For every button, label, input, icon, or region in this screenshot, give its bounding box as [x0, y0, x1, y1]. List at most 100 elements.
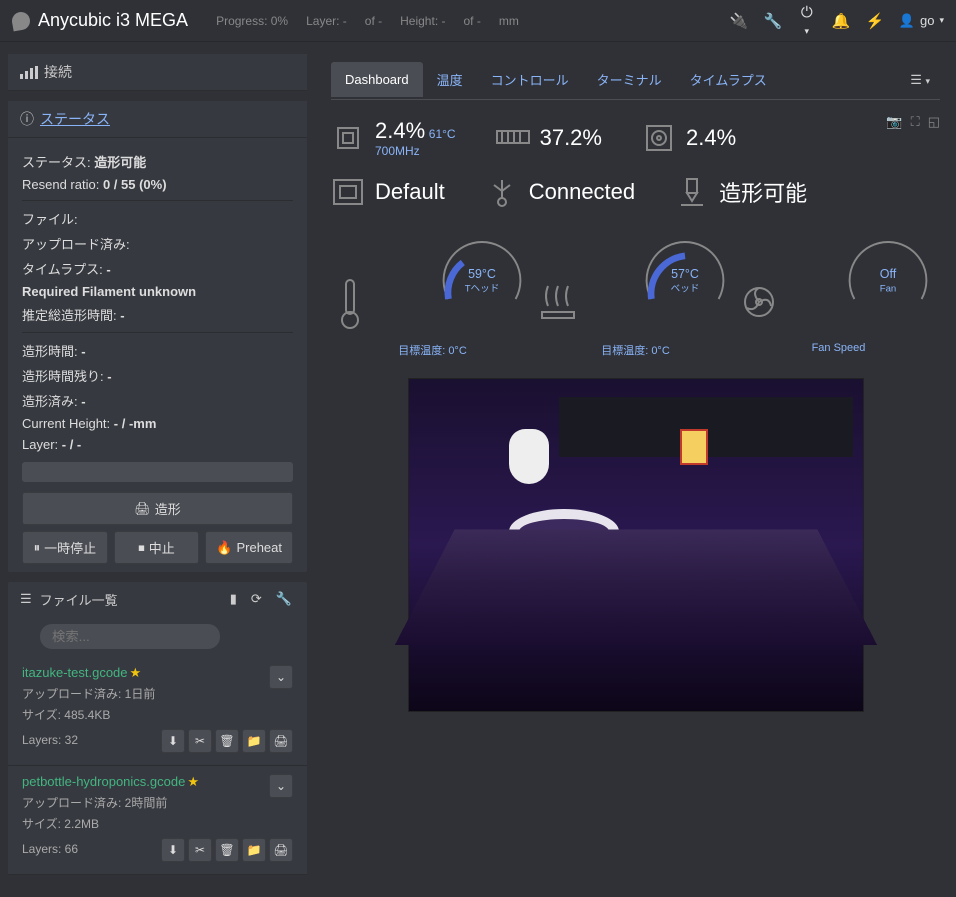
files-title: ファイル一覧 — [40, 590, 118, 609]
conn-state: Connected — [529, 179, 635, 205]
download-icon[interactable]: ⬇ — [161, 729, 185, 753]
cpu-freq: 700MHz — [375, 144, 456, 158]
nav-layer: Layer: - — [306, 14, 347, 28]
state-value: 造形可能 — [94, 155, 146, 170]
state-label: ステータス: — [22, 155, 91, 170]
preheat-button[interactable]: 🔥 Preheat — [205, 531, 293, 564]
download-icon[interactable]: ⬇ — [161, 838, 185, 862]
file-dropdown[interactable]: ⌄ — [269, 665, 293, 689]
printer-icon — [331, 177, 365, 207]
slice-icon[interactable]: ✂ — [188, 838, 212, 862]
svg-text:Off: Off — [880, 267, 897, 281]
tab-dashboard[interactable]: Dashboard — [331, 62, 423, 97]
file-size: サイズ: 2.2MB — [22, 815, 293, 832]
stop-label: 中止 — [149, 538, 175, 557]
status-panel-header: ⓘ ステータス — [8, 101, 307, 138]
expand-icon[interactable]: ◱ — [928, 114, 940, 130]
sidebar: 接続 ⓘ ステータス ステータス: 造形可能 Resend ratio: 0 /… — [0, 42, 315, 897]
mem-pct: 37.2% — [540, 125, 602, 151]
trash-icon[interactable]: 🗑 — [215, 838, 239, 862]
brand[interactable]: Anycubic i3 MEGA — [12, 10, 188, 31]
file-name[interactable]: petbottle-hydroponics.gcode — [22, 774, 185, 789]
tab-terminal[interactable]: ターミナル — [583, 60, 676, 99]
nav-height-unit: mm — [499, 14, 519, 28]
print-icon: 🖨 — [134, 501, 151, 517]
nav-layer-of: of - — [365, 14, 382, 28]
cpu-temp: 61°C — [429, 127, 456, 141]
nav-progress: Progress: 0% — [216, 14, 288, 28]
file-dropdown[interactable]: ⌄ — [269, 774, 293, 798]
signal-icon — [20, 66, 38, 79]
usb-icon — [485, 177, 519, 207]
tab-menu-icon[interactable]: ☰ ▾ — [900, 66, 940, 94]
star-icon[interactable]: ★ — [187, 774, 199, 789]
printed-label: 造形済み: — [22, 394, 78, 409]
search-input[interactable] — [40, 624, 220, 649]
printer-state: 造形可能 — [719, 176, 807, 208]
svg-text:59°C: 59°C — [468, 267, 496, 281]
printleft-value: - — [107, 369, 111, 384]
bolt-icon[interactable]: ⚡ — [865, 12, 885, 30]
print-button[interactable]: 🖨 造形 — [22, 492, 293, 525]
tab-timelapse[interactable]: タイムラプス — [676, 60, 781, 99]
nav-icons: 🔌 🔧 ⏻ ▾ 🔔 ⚡ 👤 go ▾ — [729, 4, 944, 38]
resend-label: Resend ratio: — [22, 177, 99, 192]
folder-icon[interactable]: 📁 — [242, 729, 266, 753]
print-file-icon[interactable]: 🖨 — [269, 838, 293, 862]
power-icon[interactable]: ⏻ ▾ — [797, 4, 817, 38]
cpu-stat: 2.4% 61°C 700MHz — [331, 118, 456, 158]
list-icon: ☰ — [20, 591, 32, 607]
layer-value: - / - — [62, 437, 82, 452]
tab-temperature[interactable]: 温度 — [423, 60, 477, 99]
sd-card-icon[interactable]: ▮ — [227, 588, 240, 610]
plug-icon[interactable]: 🔌 — [729, 12, 749, 30]
file-name[interactable]: itazuke-test.gcode — [22, 665, 128, 680]
user-name: go — [920, 13, 934, 28]
status-title[interactable]: ステータス — [40, 109, 110, 129]
svg-text:ベッド: ベッド — [671, 283, 700, 294]
printer-title: Anycubic i3 MEGA — [38, 10, 188, 31]
fullscreen-icon[interactable]: ⛶ — [911, 114, 920, 130]
top-navbar: Anycubic i3 MEGA Progress: 0% Layer: - o… — [0, 0, 956, 42]
nav-height: Height: - — [400, 14, 445, 28]
stop-button[interactable]: ⏹ 中止 — [114, 531, 200, 564]
uploaded-label: アップロード済み: — [22, 234, 293, 253]
print-file-icon[interactable]: 🖨 — [269, 729, 293, 753]
bell-icon[interactable]: 🔔 — [831, 12, 851, 30]
settings-wrench-icon[interactable]: 🔧 — [273, 588, 295, 610]
star-icon[interactable]: ★ — [130, 665, 142, 680]
file-entry: petbottle-hydroponics.gcode★ ⌄ アップロード済み:… — [8, 766, 307, 875]
tool-target: 目標温度: 0°C — [335, 342, 531, 358]
pause-icon: ⏸ — [34, 540, 41, 556]
fan-icon — [741, 272, 837, 342]
wrench-icon[interactable]: 🔧 — [763, 12, 783, 30]
nozzle-icon — [675, 177, 709, 207]
tab-control[interactable]: コントロール — [477, 60, 583, 99]
user-menu[interactable]: 👤 go ▾ — [899, 13, 944, 29]
webcam-toggle-icon[interactable]: 📷 — [886, 114, 902, 130]
printed-value: - — [81, 394, 85, 409]
webcam-stream[interactable] — [408, 378, 864, 712]
stop-icon: ⏹ — [138, 540, 145, 556]
fan-gauge: OffFan Fan Speed — [741, 240, 937, 358]
pause-button[interactable]: ⏸ 一時停止 — [22, 531, 108, 564]
bed-temp-gauge: 57°Cベッド 目標温度: 0°C — [538, 240, 734, 358]
flame-icon: 🔥 — [216, 540, 232, 556]
disk-pct: 2.4% — [686, 125, 736, 151]
connection-panel-header[interactable]: 接続 — [8, 54, 307, 91]
octoprint-logo-icon — [11, 10, 32, 31]
refresh-icon[interactable]: ⟳ — [248, 588, 265, 610]
svg-text:Tヘッド: Tヘッド — [465, 283, 500, 294]
preheat-label: Preheat — [236, 540, 282, 555]
trash-icon[interactable]: 🗑 — [215, 729, 239, 753]
info-icon: ⓘ — [20, 109, 34, 129]
printtime-value: - — [81, 344, 85, 359]
printleft-label: 造形時間残り: — [22, 369, 104, 384]
filament-label: Required Filament unknown — [22, 284, 293, 299]
bed-target: 目標温度: 0°C — [538, 342, 734, 358]
slice-icon[interactable]: ✂ — [188, 729, 212, 753]
folder-icon[interactable]: 📁 — [242, 838, 266, 862]
resend-value: 0 / 55 (0%) — [103, 177, 167, 192]
file-uploaded: アップロード済み: 2時間前 — [22, 794, 293, 811]
file-layers: Layers: 66 — [22, 842, 78, 856]
